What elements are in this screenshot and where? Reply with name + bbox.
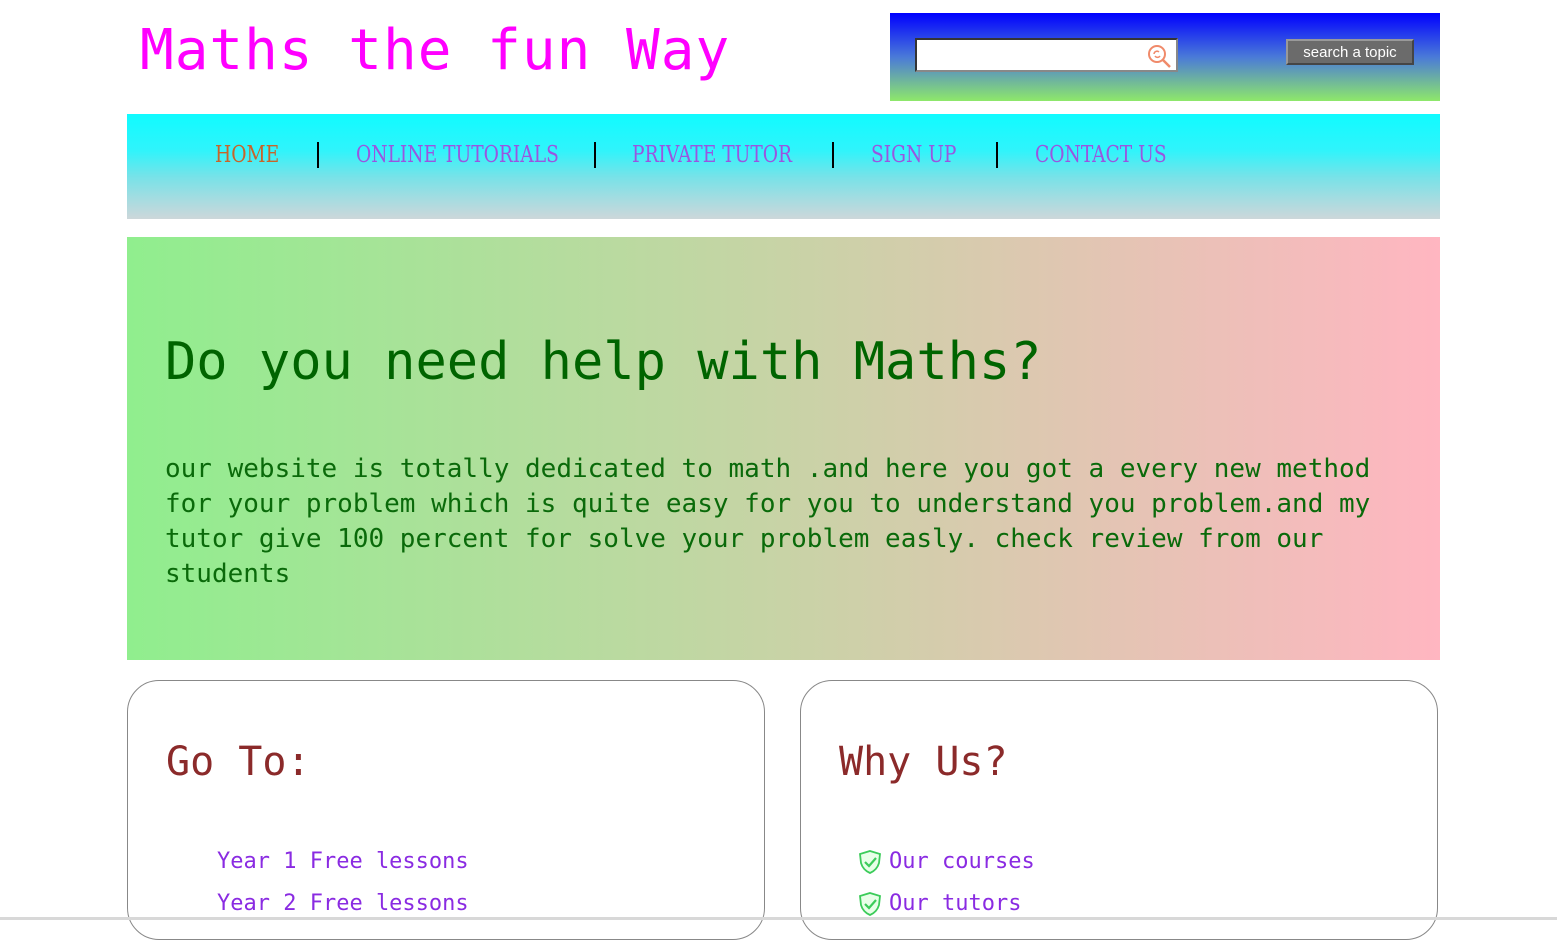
goto-link-year1[interactable]: Year 1 Free lessons — [217, 841, 469, 883]
goto-title: Go To: — [166, 739, 311, 785]
nav-private-tutor[interactable]: PRIVATE TUTOR — [632, 142, 792, 168]
nav-separator — [317, 142, 319, 168]
hero-text: our website is totally dedicated to math… — [165, 454, 1371, 589]
search-button[interactable]: search a topic — [1286, 39, 1414, 65]
nav-online-tutorials[interactable]: ONLINE TUTORIALS — [356, 142, 559, 168]
why-list: Our courses Our tutors — [857, 841, 1035, 925]
nav-home[interactable]: HOME — [215, 142, 279, 168]
hero-heading: Do you need help with Maths? — [165, 332, 1042, 392]
why-card: Why Us? Our courses Our tutors — [800, 680, 1438, 940]
main-nav: HOME ONLINE TUTORIALS PRIVATE TUTOR SIGN… — [127, 114, 1440, 219]
check-shield-icon — [859, 850, 881, 874]
nav-sign-up[interactable]: SIGN UP — [871, 142, 956, 168]
nav-separator — [996, 142, 998, 168]
why-item-label[interactable]: Our tutors — [889, 887, 1021, 921]
goto-list: Year 1 Free lessons Year 2 Free lessons — [217, 841, 469, 925]
hero-banner: Do you need help with Maths? our website… — [127, 237, 1440, 660]
why-title: Why Us? — [839, 739, 1008, 785]
why-item-label[interactable]: Our courses — [889, 845, 1035, 879]
nav-separator — [832, 142, 834, 168]
nav-separator — [594, 142, 596, 168]
search-field[interactable] — [915, 38, 1178, 72]
goto-card: Go To: Year 1 Free lessons Year 2 Free l… — [127, 680, 765, 940]
search-icon[interactable] — [1146, 43, 1172, 69]
site-title: Maths the fun Way — [140, 18, 731, 83]
search-panel: search a topic — [890, 13, 1440, 101]
why-item[interactable]: Our courses — [857, 841, 1035, 883]
check-shield-icon — [859, 892, 881, 916]
nav-contact-us[interactable]: CONTACT US — [1035, 142, 1167, 168]
search-input[interactable] — [917, 40, 1150, 70]
